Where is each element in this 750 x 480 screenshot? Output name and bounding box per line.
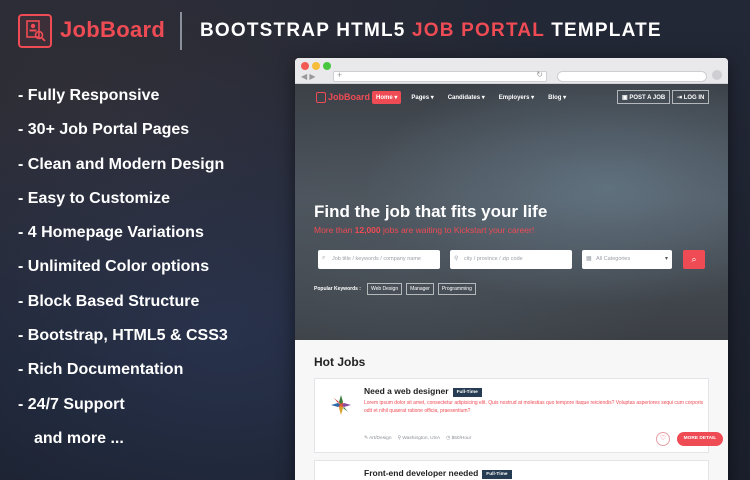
menu-item-blog[interactable]: Blog ▾ xyxy=(544,91,570,104)
menu-item-candidates[interactable]: Candidates ▾ xyxy=(444,91,489,104)
feature-item: - Easy to Customize xyxy=(18,189,171,207)
logo-text: JobBoard xyxy=(60,17,166,42)
back-forward-icon[interactable]: ◀ ▶ xyxy=(301,72,316,81)
menu-item-pages[interactable]: Pages ▾ xyxy=(407,91,437,104)
browser-menu-icon[interactable] xyxy=(712,70,722,80)
job-title[interactable]: Front-end developer needed Full-Time xyxy=(364,468,512,479)
feature-item: - 30+ Job Portal Pages xyxy=(18,121,190,139)
search-button[interactable]: ⌕ xyxy=(683,250,705,269)
plus-icon: + xyxy=(337,70,343,80)
menu-item-employers[interactable]: Employers ▾ xyxy=(495,91,538,104)
browser-search-bar[interactable] xyxy=(557,71,707,82)
hero-subtitle-suffix: jobs are waiting to Kickstart your caree… xyxy=(380,225,535,235)
search-icon: ⌕ xyxy=(322,255,326,261)
address-bar[interactable]: + ↻ xyxy=(333,70,547,82)
keyword-placeholder: Job title / keywords / company name xyxy=(332,256,421,262)
tagline-part-3: TEMPLATE xyxy=(544,20,662,41)
hero-subtitle-count: 12,000 xyxy=(354,225,381,235)
feature-item: - 4 Homepage Variations xyxy=(18,224,204,242)
divider xyxy=(180,12,182,50)
jobboard-logo-icon xyxy=(18,14,52,48)
site-logo-icon xyxy=(316,92,326,103)
keyword-tag[interactable]: Manager xyxy=(406,283,434,295)
popular-keywords: Popular Keywords : Web Design Manager Pr… xyxy=(314,283,476,295)
site-hero: JobBoard Home ▾ Pages ▾ Candidates ▾ Emp… xyxy=(295,84,728,340)
heart-icon[interactable]: ♡ xyxy=(656,432,670,446)
popular-label: Popular Keywords : xyxy=(314,286,361,292)
tagline-part-2: JOB PORTAL xyxy=(412,20,545,41)
site-navbar: JobBoard Home ▾ Pages ▾ Candidates ▾ Emp… xyxy=(295,84,728,112)
job-category-text: Art/Design xyxy=(369,436,392,441)
feature-list: - Fully Responsive - 30+ Job Portal Page… xyxy=(18,86,228,463)
menu-item-home[interactable]: Home ▾ xyxy=(372,91,402,104)
job-rate-text: $50/Hour xyxy=(451,436,472,441)
login-button[interactable]: ⇥ LOG IN xyxy=(672,90,710,104)
tagline: BOOTSTRAP HTML5 JOB PORTAL TEMPLATE xyxy=(200,20,662,42)
category-value: All Categories xyxy=(596,256,631,262)
site-menu: Home ▾ Pages ▾ Candidates ▾ Employers ▾ … xyxy=(372,91,570,104)
hot-jobs-title: Hot Jobs xyxy=(314,355,366,369)
feature-item: - 24/7 Support xyxy=(18,395,125,413)
job-type-badge: Full-Time xyxy=(452,388,482,397)
job-card[interactable]: Need a web designer Full-Time Lorem ipsum… xyxy=(314,378,723,453)
job-type-badge: Full-Time xyxy=(482,470,512,479)
hero-subtitle-prefix: More than xyxy=(314,225,355,235)
location-pin-icon: ⚲ xyxy=(454,256,459,262)
job-description: Lorem ipsum dolor sit amet, consectetur … xyxy=(364,400,704,414)
maximize-dot-icon[interactable] xyxy=(323,62,331,70)
job-card[interactable]: Script Front-end developer neededFull-Ti… xyxy=(314,460,709,480)
keyword-input[interactable]: ⌕ Job title / keywords / company name xyxy=(318,250,440,269)
job-location-text: Washington, USA xyxy=(402,436,441,441)
feature-item: - Clean and Modern Design xyxy=(18,155,225,173)
site-logo[interactable]: JobBoard xyxy=(328,92,370,102)
browser-mockup: ◀ ▶ + ↻ JobBoard Home ▾ Pages ▾ Candidat… xyxy=(295,58,728,480)
browser-chrome: ◀ ▶ + ↻ xyxy=(295,58,728,84)
close-dot-icon[interactable] xyxy=(301,62,309,70)
job-title-text: Need a web designer xyxy=(364,386,449,396)
company-logo xyxy=(331,395,351,415)
grid-icon: ▦ xyxy=(586,256,592,262)
hero-title: Find the job that fits your life xyxy=(314,202,548,221)
feature-item-more: and more ... xyxy=(34,429,124,447)
minimize-dot-icon[interactable] xyxy=(312,62,320,70)
feature-item: - Block Based Structure xyxy=(18,292,200,310)
header-banner: JobBoard BOOTSTRAP HTML5 JOB PORTAL TEMP… xyxy=(0,0,750,62)
job-title[interactable]: Need a web designer Full-Time xyxy=(364,386,482,397)
keyword-tag[interactable]: Web Design xyxy=(366,283,403,295)
more-detail-button[interactable]: MORE DETAIL xyxy=(677,432,723,446)
job-meta: ✎ Art/Design ⚲ Washington, USA ◷ $50/Hou… xyxy=(364,436,471,441)
job-title-text: Front-end developer needed xyxy=(364,468,479,478)
location-input[interactable]: ⚲ city / province / zip code xyxy=(450,250,572,269)
hot-jobs-section: Hot Jobs Need a web designer Full-Time Lo… xyxy=(295,340,728,480)
category-select[interactable]: ▦ All Categories ▾ xyxy=(582,250,672,269)
post-job-label: POST A JOB xyxy=(629,95,666,101)
login-label: LOG IN xyxy=(683,95,705,101)
reload-icon[interactable]: ↻ xyxy=(536,70,543,79)
post-job-button[interactable]: ▣ POST A JOB xyxy=(617,90,671,104)
job-rate: ◷ $50/Hour xyxy=(446,436,472,441)
keyword-tag[interactable]: Programming xyxy=(437,283,476,295)
company-logo: Script xyxy=(327,473,355,480)
job-category: ✎ Art/Design xyxy=(364,436,392,441)
feature-item: - Rich Documentation xyxy=(18,361,184,379)
feature-item: - Unlimited Color options xyxy=(18,258,210,276)
hero-subtitle: More than 12,000 jobs are waiting to Kic… xyxy=(314,225,534,235)
chevron-down-icon: ▾ xyxy=(664,256,668,262)
feature-item: - Fully Responsive xyxy=(18,87,160,104)
feature-item: - Bootstrap, HTML5 & CSS3 xyxy=(18,327,228,345)
tagline-part-1: BOOTSTRAP HTML5 xyxy=(200,20,413,41)
job-location: ⚲ Washington, USA xyxy=(397,436,441,441)
location-placeholder: city / province / zip code xyxy=(464,256,523,262)
